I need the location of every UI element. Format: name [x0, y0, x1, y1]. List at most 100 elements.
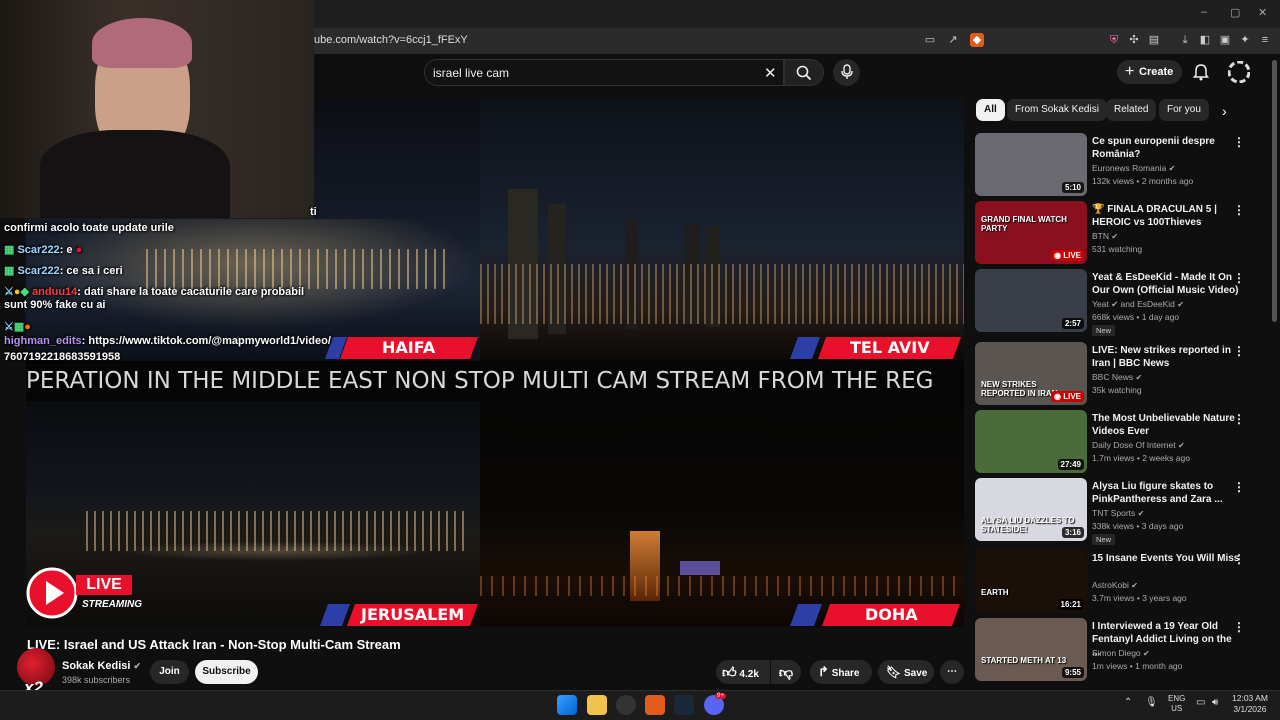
chevron-right-icon[interactable]: › [1222, 103, 1227, 119]
video-thumbnail[interactable]: 5:10 [975, 133, 1087, 196]
volume-icon[interactable]: 🔊︎ [1212, 697, 1218, 708]
recommendation-item[interactable]: 2:57 Yeat & EsDeeKid - Made It On Our Own… [975, 269, 1265, 336]
verified-icon: ✔ [1137, 509, 1145, 518]
video-thumbnail[interactable]: ALYSA LIU DAZZLES TO STATESIDE! 3:16 [975, 478, 1087, 541]
video-thumbnail[interactable]: NEW STRIKES REPORTED IN IRAN ◉ LIVE [975, 342, 1087, 405]
tabs-icon[interactable]: ▣ [1218, 33, 1232, 47]
recommendation-item[interactable]: GRAND FINAL WATCH PARTY ◉ LIVE 🏆 FINALA DR… [975, 201, 1265, 265]
chip-for-you[interactable]: For you [1159, 99, 1209, 121]
download-icon[interactable]: ⤓ [1178, 33, 1192, 47]
recommendation-channel[interactable]: Yeat ✔ and EsDeeKid ✔ [1092, 299, 1184, 310]
maximize-button[interactable]: ▢ [1230, 6, 1240, 19]
recommendation-channel[interactable]: Daily Dose Of Internet ✔ [1092, 440, 1185, 450]
channel-name[interactable]: Sokak Kedisi ✔ [62, 660, 141, 672]
notifications-bell-icon[interactable] [1192, 63, 1210, 81]
subscribe-button[interactable]: Subscribe [195, 660, 258, 684]
recommendation-title[interactable]: 15 Insane Events You Will Miss [1092, 552, 1240, 565]
save-button[interactable]: 🔖︎ Save [878, 660, 934, 684]
search-input[interactable]: israel live cam [433, 66, 509, 80]
more-vertical-icon[interactable]: ⋮ [1233, 135, 1245, 149]
verified-icon: ✔ [1168, 164, 1176, 173]
recommendation-channel[interactable]: BTN ✔ [1092, 231, 1118, 241]
more-vertical-icon[interactable]: ⋮ [1233, 412, 1245, 426]
like-button[interactable]: 👍︎ 4.2k [716, 660, 770, 684]
video-thumbnail[interactable]: GRAND FINAL WATCH PARTY ◉ LIVE [975, 201, 1087, 264]
recommendation-title[interactable]: The Most Unbelievable Nature Videos Ever [1092, 412, 1240, 438]
video-duration: 27:49 [1057, 459, 1084, 470]
recommendation-channel[interactable]: Simon Diego ✔ [1092, 648, 1150, 658]
search-button[interactable] [784, 59, 824, 86]
clear-search-icon[interactable]: ✕ [764, 64, 777, 82]
more-vertical-icon[interactable]: ⋮ [1233, 480, 1245, 494]
extensions-icon[interactable]: ✣ [1127, 33, 1141, 47]
obs-icon[interactable] [616, 695, 636, 715]
video-thumbnail[interactable]: EARTH 16:21 [975, 550, 1087, 613]
video-duration: 9:55 [1061, 667, 1084, 678]
network-icon[interactable]: ▭ [1196, 697, 1205, 708]
share-page-icon[interactable]: ↗ [946, 33, 960, 47]
recommendation-item[interactable]: 27:49 The Most Unbelievable Nature Videos… [975, 410, 1265, 474]
sidebar-toggle-icon[interactable]: ◧ [1198, 33, 1212, 47]
address-bar-url[interactable]: ube.com/watch?v=6ccj1_fFExY [314, 34, 468, 46]
close-window-button[interactable]: ✕ [1258, 6, 1267, 19]
recommendation-item[interactable]: ALYSA LIU DAZZLES TO STATESIDE! 3:16 Alysa… [975, 478, 1265, 545]
microphone-tray-icon[interactable]: 🎙︎ [1145, 697, 1158, 708]
join-button[interactable]: Join [150, 660, 189, 684]
video-thumbnail[interactable]: 27:49 [975, 410, 1087, 473]
chat-line: ⚔●◆ anduu14: dati share la toate cacatur… [4, 286, 305, 298]
recommendation-channel[interactable]: BBC News ✔ [1092, 372, 1142, 382]
recommendation-item[interactable]: NEW STRIKES REPORTED IN IRAN ◉ LIVE LIVE: … [975, 342, 1265, 406]
recommendation-item[interactable]: EARTH 16:21 15 Insane Events You Will Miss… [975, 550, 1265, 614]
vpn-icon[interactable]: ⛨ [1107, 33, 1121, 47]
brave-browser-icon[interactable] [645, 695, 665, 715]
recommendation-title[interactable]: Alysa Liu figure skates to PinkPantheres… [1092, 480, 1240, 506]
recommendation-title[interactable]: Yeat & EsDeeKid - Made It On Our Own (Of… [1092, 271, 1240, 297]
brave-shield-icon[interactable]: ◆ [970, 33, 984, 47]
recommendation-title[interactable]: 🏆 FINALA DRACULAN 5 | HEROIC vs 100Thiev… [1092, 203, 1240, 229]
chip-all[interactable]: All [976, 99, 1005, 121]
video-thumbnail[interactable]: 2:57 [975, 269, 1087, 332]
thumbnail-text: GRAND FINAL WATCH PARTY [981, 215, 1067, 233]
recommendation-title[interactable]: Ce spun europenii despre România? [1092, 135, 1240, 161]
start-menu-icon[interactable] [557, 695, 577, 715]
share-button[interactable]: ↱ Share [810, 660, 872, 684]
language-indicator[interactable]: ENG US [1168, 694, 1185, 714]
more-vertical-icon[interactable]: ⋮ [1233, 552, 1245, 566]
more-vertical-icon[interactable]: ⋮ [1233, 344, 1245, 358]
microphone-icon [840, 64, 853, 79]
more-vertical-icon[interactable]: ⋮ [1233, 271, 1245, 285]
file-explorer-icon[interactable] [587, 695, 607, 715]
chat-line: confirmi acolo toate update urile [4, 222, 174, 234]
dislike-button[interactable]: 👎︎ [771, 660, 801, 684]
recommendation-channel[interactable]: TNT Sports ✔ [1092, 508, 1144, 518]
wallet-icon[interactable]: ▤ [1147, 33, 1161, 47]
chip-related[interactable]: Related [1106, 99, 1157, 121]
clock[interactable]: 12:03 AM 3/1/2026 [1232, 693, 1268, 715]
new-badge: New [1092, 534, 1116, 545]
minimize-button[interactable]: – [1201, 6, 1207, 18]
chat-line: ▦ Scar222: ce sa i ceri [4, 265, 123, 277]
recommendation-item[interactable]: STARTED METH AT 13 9:55 I Interviewed a 19… [975, 618, 1265, 682]
thumbnail-text: STARTED METH AT 13 [981, 656, 1067, 665]
video-thumbnail[interactable]: STARTED METH AT 13 9:55 [975, 618, 1087, 681]
steam-icon[interactable] [674, 695, 694, 715]
chat-line: 7607192218683591958 [4, 351, 121, 363]
leo-ai-icon[interactable]: ✦ [1238, 33, 1252, 47]
recommendation-channel[interactable]: Euronews Romania ✔ [1092, 163, 1175, 173]
user-avatar[interactable] [1228, 61, 1250, 83]
recommendation-item[interactable]: 5:10 Ce spun europenii despre România? Eur… [975, 133, 1265, 197]
recommendation-channel[interactable]: AstroKobi ✔ [1092, 580, 1138, 590]
badge-icon: ◆ [20, 286, 29, 298]
cast-icon[interactable]: ▭ [923, 33, 937, 47]
menu-icon[interactable]: ≡ [1258, 33, 1272, 47]
show-hidden-icons[interactable]: ⌃ [1124, 697, 1132, 708]
more-actions-button[interactable]: ⋯ [940, 660, 964, 684]
more-vertical-icon[interactable]: ⋮ [1233, 620, 1245, 634]
more-vertical-icon[interactable]: ⋮ [1233, 203, 1245, 217]
verified-icon: ✔ [1178, 441, 1185, 450]
page-scrollbar[interactable] [1272, 60, 1277, 322]
create-button[interactable]: + Create [1117, 60, 1182, 84]
voice-search-button[interactable] [833, 59, 860, 86]
recommendation-title[interactable]: LIVE: New strikes reported in Iran | BBC… [1092, 344, 1240, 370]
chip-from-channel[interactable]: From Sokak Kedisi [1007, 99, 1107, 121]
